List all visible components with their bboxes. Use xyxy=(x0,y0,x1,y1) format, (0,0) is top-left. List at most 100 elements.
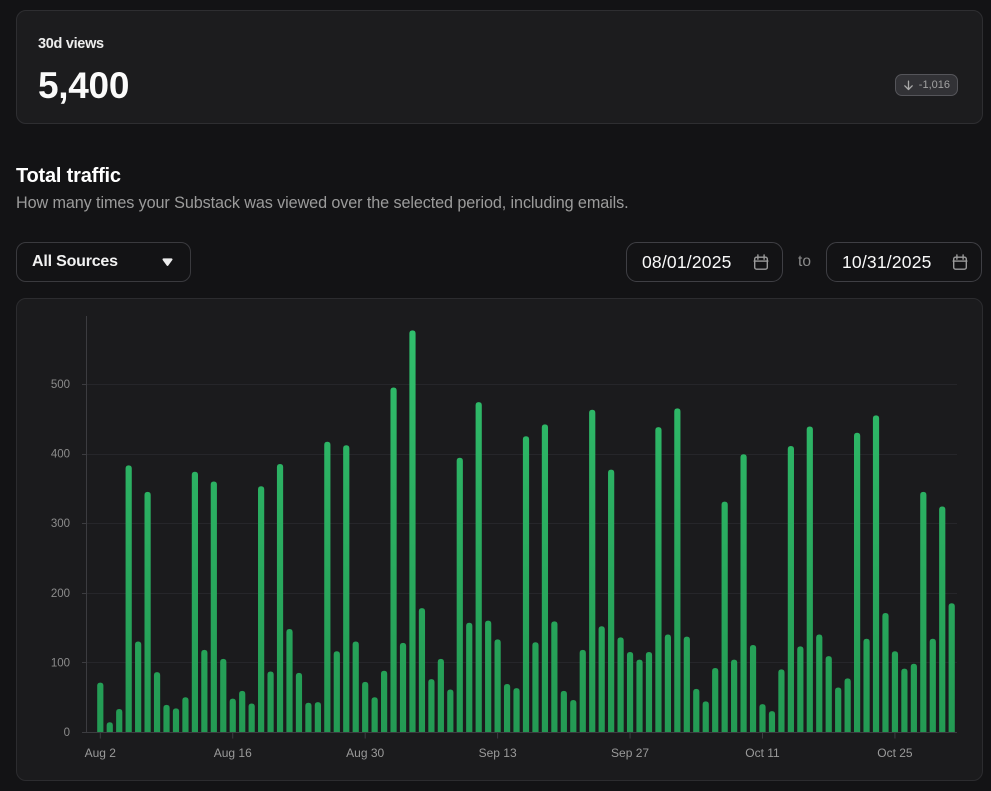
chart-bar[interactable] xyxy=(399,642,407,732)
chart-bar[interactable] xyxy=(229,698,236,732)
chart-bar[interactable] xyxy=(551,621,558,732)
chart-bar[interactable] xyxy=(768,711,776,732)
chart-bar[interactable] xyxy=(343,445,350,732)
chart-bar[interactable] xyxy=(541,424,549,732)
chart-bar[interactable] xyxy=(806,426,813,732)
chart-bar[interactable] xyxy=(305,702,312,732)
chart-bar[interactable] xyxy=(901,668,908,732)
chart-bar[interactable] xyxy=(106,722,113,732)
chart-bar[interactable] xyxy=(608,469,615,732)
chart-bar[interactable] xyxy=(854,432,861,732)
chart-bar[interactable] xyxy=(617,637,624,732)
chart-bar[interactable] xyxy=(844,678,851,732)
chart-bar[interactable] xyxy=(362,681,369,732)
chart-bar[interactable] xyxy=(418,608,426,732)
chart-bar[interactable] xyxy=(598,626,605,732)
chart-bar[interactable] xyxy=(390,387,397,732)
chart-bar[interactable] xyxy=(172,708,180,732)
chart-bar[interactable] xyxy=(674,408,681,732)
chart-bar[interactable] xyxy=(314,702,321,732)
chart-bar[interactable] xyxy=(239,690,246,732)
chart-bar[interactable] xyxy=(626,651,634,732)
chart-bar[interactable] xyxy=(456,457,463,732)
chart-bar[interactable] xyxy=(286,628,293,732)
chart-bar[interactable] xyxy=(702,701,709,732)
chart-bar[interactable] xyxy=(939,506,946,732)
chart-bar[interactable] xyxy=(513,688,520,732)
chart-bar[interactable] xyxy=(494,639,501,732)
chart-bar[interactable] xyxy=(258,486,265,732)
chart-bar[interactable] xyxy=(731,659,738,732)
chart-bar[interactable] xyxy=(333,651,340,732)
chart-bar[interactable] xyxy=(352,641,359,732)
chart-bar[interactable] xyxy=(683,636,690,732)
chart-bar[interactable] xyxy=(721,501,728,732)
chart-bar[interactable] xyxy=(740,454,747,732)
chart-bar[interactable] xyxy=(144,491,151,732)
chart-bar[interactable] xyxy=(182,697,189,732)
chart-bar[interactable] xyxy=(532,642,539,732)
chart-bar[interactable] xyxy=(381,670,388,732)
chart-bar[interactable] xyxy=(712,667,719,732)
chart-bar[interactable] xyxy=(816,634,823,732)
chart-bar[interactable] xyxy=(153,672,161,732)
chart-bar[interactable] xyxy=(891,651,899,732)
chart-bar[interactable] xyxy=(835,687,842,732)
chart-bar[interactable] xyxy=(579,649,586,732)
chart-bar[interactable] xyxy=(220,658,227,732)
chart-bar[interactable] xyxy=(570,699,577,732)
chart-bar[interactable] xyxy=(324,441,331,732)
chart-bar[interactable] xyxy=(201,649,208,732)
end-date-input[interactable]: 10/31/2025 xyxy=(826,242,982,282)
chart-bar[interactable] xyxy=(503,683,511,732)
chart-bar[interactable] xyxy=(664,634,671,732)
chart-bar[interactable] xyxy=(560,690,567,732)
chart-bar[interactable] xyxy=(929,638,936,732)
chart-bar[interactable] xyxy=(371,697,378,732)
chart-bar[interactable] xyxy=(589,409,596,732)
chart-bar[interactable] xyxy=(428,679,435,732)
chart-bar[interactable] xyxy=(778,669,785,732)
chart-bar[interactable] xyxy=(797,646,804,732)
chart-bar[interactable] xyxy=(466,622,473,732)
source-filter-select[interactable]: All Sources xyxy=(16,242,191,282)
chart-bar[interactable] xyxy=(645,651,653,732)
chart-bar[interactable] xyxy=(655,427,662,732)
y-axis-label: 500 xyxy=(51,379,70,391)
chart-bar[interactable] xyxy=(116,709,123,732)
chart-bar[interactable] xyxy=(135,641,142,732)
chart-bar[interactable] xyxy=(882,612,889,732)
chevron-down-icon xyxy=(162,258,173,266)
y-axis-label: 400 xyxy=(51,449,70,461)
chart-bar[interactable] xyxy=(97,682,104,732)
chart-bar[interactable] xyxy=(863,638,870,732)
chart-bar[interactable] xyxy=(485,620,492,732)
chart-bar[interactable] xyxy=(948,603,955,732)
chart-bar[interactable] xyxy=(825,656,832,732)
chart-bar[interactable] xyxy=(475,402,482,732)
chart-bar[interactable] xyxy=(636,659,643,732)
y-axis-label: 100 xyxy=(51,657,70,669)
chart-bar[interactable] xyxy=(920,491,927,732)
chart-bar[interactable] xyxy=(125,465,132,732)
chart-bar[interactable] xyxy=(276,464,284,732)
chart-bar[interactable] xyxy=(447,689,454,732)
chart-bar[interactable] xyxy=(522,436,530,732)
chart-bar[interactable] xyxy=(910,663,917,732)
start-date-input[interactable]: 08/01/2025 xyxy=(626,242,783,282)
chart-bar[interactable] xyxy=(163,704,170,732)
calendar-icon xyxy=(753,253,769,270)
chart-bar[interactable] xyxy=(749,645,757,732)
chart-bar[interactable] xyxy=(191,471,198,732)
x-axis-label: Sep 13 xyxy=(479,746,517,760)
chart-bar[interactable] xyxy=(210,481,217,732)
chart-bar[interactable] xyxy=(248,703,255,732)
chart-bar[interactable] xyxy=(759,704,766,732)
chart-bar[interactable] xyxy=(295,672,303,732)
chart-bar[interactable] xyxy=(437,658,444,732)
chart-bar[interactable] xyxy=(267,671,274,732)
chart-bar[interactable] xyxy=(872,415,880,732)
chart-bar[interactable] xyxy=(787,445,794,732)
chart-bar[interactable] xyxy=(409,330,416,732)
chart-bar[interactable] xyxy=(693,688,700,732)
